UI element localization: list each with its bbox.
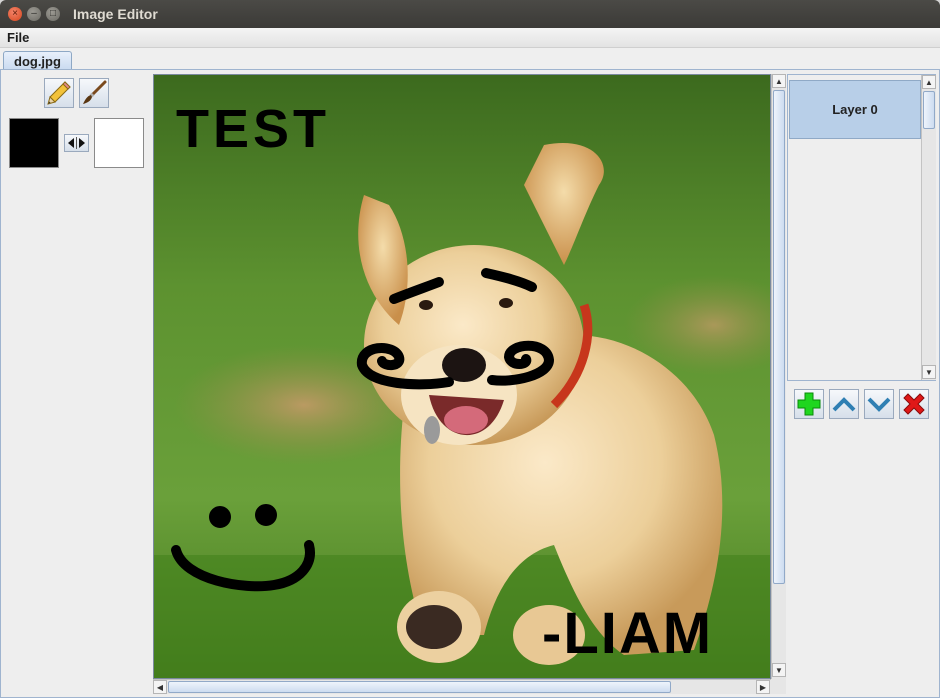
- tab-dog-jpg[interactable]: dog.jpg: [3, 51, 72, 70]
- scroll-right-button[interactable]: ▶: [756, 680, 770, 694]
- chevron-up-icon: [832, 397, 856, 412]
- brush-tool-button[interactable]: [79, 78, 109, 108]
- title-bar: × – □ Image Editor: [0, 0, 940, 28]
- annotation-test: TEST: [176, 99, 330, 159]
- move-layer-down-button[interactable]: [864, 389, 894, 419]
- scroll-down-button[interactable]: ▼: [772, 663, 786, 677]
- brush-icon: [83, 80, 107, 104]
- menu-file[interactable]: File: [7, 30, 29, 45]
- layers-scrollbar[interactable]: ▲ ▼: [921, 75, 936, 380]
- plus-icon: [797, 392, 821, 416]
- move-layer-up-button[interactable]: [829, 389, 859, 419]
- chevron-down-icon: [867, 397, 891, 412]
- layers-scroll-up-button[interactable]: ▲: [922, 75, 936, 89]
- swap-colors-button[interactable]: [64, 134, 89, 152]
- pencil-tool-button[interactable]: [44, 78, 74, 108]
- vertical-scroll-thumb[interactable]: [773, 90, 785, 584]
- dog-photo: TEST -LIAM: [154, 75, 770, 678]
- add-layer-button[interactable]: [794, 389, 824, 419]
- window-title: Image Editor: [73, 6, 158, 22]
- close-window-button[interactable]: ×: [8, 7, 22, 21]
- x-icon: [903, 393, 925, 415]
- minimize-window-button[interactable]: –: [27, 7, 41, 21]
- delete-layer-button[interactable]: [899, 389, 929, 419]
- pencil-icon: [47, 81, 71, 105]
- background-color-swatch[interactable]: [94, 118, 144, 168]
- annotation-liam: -LIAM: [542, 601, 713, 666]
- minimize-icon: –: [31, 8, 37, 19]
- layer-item[interactable]: Layer 0: [789, 80, 921, 139]
- layers-scroll-thumb[interactable]: [923, 91, 935, 129]
- image-canvas[interactable]: TEST -LIAM: [153, 74, 771, 679]
- menu-bar: File: [0, 28, 940, 48]
- swap-colors-icon: [68, 137, 85, 149]
- layers-scroll-down-button[interactable]: ▼: [922, 365, 936, 379]
- close-icon: ×: [12, 8, 18, 19]
- scroll-up-button[interactable]: ▲: [772, 74, 786, 88]
- maximize-window-button[interactable]: □: [46, 7, 60, 21]
- horizontal-scroll-thumb[interactable]: [168, 681, 671, 693]
- foreground-color-swatch[interactable]: [9, 118, 59, 168]
- maximize-icon: □: [49, 8, 57, 19]
- canvas-vertical-scrollbar[interactable]: ▲ ▼: [771, 74, 786, 679]
- scroll-left-button[interactable]: ◀: [153, 680, 167, 694]
- tab-strip: dog.jpg: [0, 48, 940, 70]
- layers-panel: Layer 0 ▲ ▼: [787, 74, 936, 381]
- scroll-corner: [771, 679, 786, 694]
- canvas-horizontal-scrollbar[interactable]: ◀ ▶: [153, 679, 771, 694]
